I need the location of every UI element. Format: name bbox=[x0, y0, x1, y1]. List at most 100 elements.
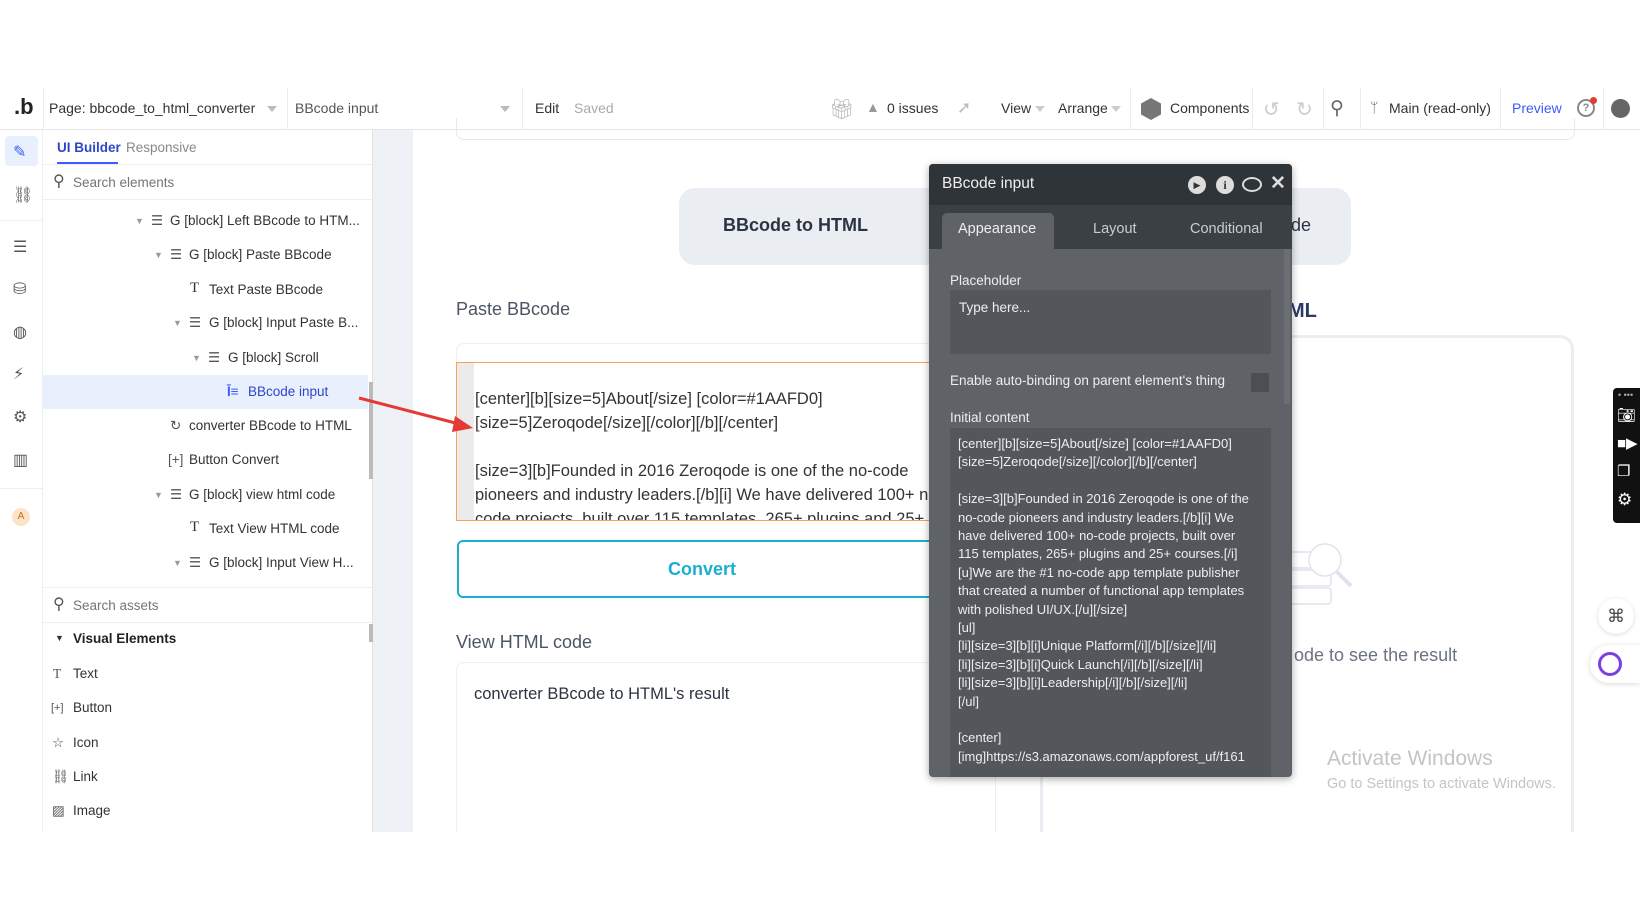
search-icon: ⚲ bbox=[53, 596, 65, 613]
info-icon[interactable]: i bbox=[1216, 176, 1234, 194]
initial-content-line: 115 templates, 265+ plugins and 25+ cour… bbox=[958, 546, 1238, 562]
panel-title: BBcode input bbox=[942, 175, 1035, 192]
windows-watermark-subtitle: Go to Settings to activate Windows. bbox=[1327, 776, 1556, 792]
assistant-bot-button[interactable] bbox=[1590, 645, 1640, 683]
bubble-logo[interactable]: .b bbox=[14, 94, 34, 120]
logs-chart-icon[interactable]: ▥ bbox=[13, 450, 28, 470]
initial-content-line: [size=5]Zeroqode[/size][/color][/b][/cen… bbox=[958, 454, 1197, 470]
tree-item[interactable]: [+] Button Convert bbox=[43, 443, 368, 477]
paste-bbcode-label: Paste BBcode bbox=[456, 299, 571, 319]
tab-layout[interactable]: Layout bbox=[1093, 221, 1137, 237]
tab-ui-builder[interactable]: UI Builder bbox=[57, 140, 121, 155]
tree-item-selected[interactable]: Ī≡ BBcode input bbox=[43, 375, 368, 409]
view-menu[interactable]: View bbox=[1001, 100, 1031, 116]
tab-responsive[interactable]: Responsive bbox=[126, 140, 197, 155]
group-icon[interactable]: ☰ bbox=[13, 237, 27, 257]
warning-icon: ▲ bbox=[866, 99, 880, 115]
tab-bbcode-to-html[interactable]: BBcode to HTML bbox=[723, 215, 868, 236]
search-icon: ⚲ bbox=[53, 173, 65, 190]
tree-item[interactable]: T Text View HTML code bbox=[43, 512, 368, 546]
collapse-triangle-icon[interactable]: ▼ bbox=[55, 633, 64, 643]
elements-panel: UI Builder Responsive ⚲ ▼☰G [block] Left… bbox=[43, 130, 374, 832]
components-button[interactable]: Components bbox=[1170, 100, 1249, 116]
account-avatar-icon[interactable] bbox=[1611, 99, 1630, 118]
bot-icon bbox=[1598, 652, 1622, 676]
initial-content-line: [center][b][size=5]About[/size] [color=#… bbox=[958, 436, 1232, 451]
convert-button[interactable]: Convert bbox=[457, 540, 947, 598]
initial-content-line: no-code pioneers and industry leaders.[/… bbox=[958, 509, 1234, 525]
asset-item[interactable]: ▨ Image bbox=[43, 794, 368, 828]
video-icon[interactable]: ■▶ bbox=[1617, 434, 1638, 452]
chevron-down-icon bbox=[1035, 106, 1045, 112]
tree-item[interactable]: ▼ ☰ G [block] Input View H... bbox=[43, 546, 368, 580]
placeholder-label: Placeholder bbox=[950, 273, 1022, 288]
avatar[interactable]: A bbox=[12, 508, 30, 526]
saved-status: Saved bbox=[574, 100, 614, 116]
asset-item[interactable]: T Text bbox=[43, 657, 368, 691]
header-card bbox=[456, 118, 1575, 140]
search-assets-input[interactable] bbox=[73, 593, 363, 617]
initial-content-line: [li][size=3][b][i]Unique Platform[/i][/b… bbox=[958, 638, 1217, 654]
initial-content-line: [img]https://s3.amazonaws.com/appforest_… bbox=[958, 748, 1245, 764]
windows-icon[interactable]: ❐ bbox=[1617, 462, 1630, 480]
tab-other[interactable]: de bbox=[1291, 215, 1311, 236]
edit-menu[interactable]: Edit bbox=[535, 100, 559, 116]
initial-content-line: [center] bbox=[958, 730, 1002, 746]
bbcode-input[interactable]: [center][b][size=5]About[/size] [color=#… bbox=[456, 362, 936, 521]
tree-item[interactable]: ↻ converter BBcode to HTML bbox=[43, 409, 368, 443]
issues-button[interactable]: 0 issues bbox=[887, 100, 938, 116]
red-arrow-annotation bbox=[358, 396, 473, 432]
html-result-text: converter BBcode to HTML's result bbox=[474, 685, 730, 703]
styles-palette-icon[interactable]: ◍ bbox=[13, 322, 27, 342]
search-icon[interactable]: ⚲ bbox=[1330, 97, 1344, 120]
close-icon[interactable]: ✕ bbox=[1270, 172, 1286, 195]
initial-content-line: [ul] bbox=[958, 620, 976, 635]
settings-icon[interactable]: ⚙ bbox=[13, 407, 27, 427]
tree-item[interactable]: ▼ ☰ G [block] view html code bbox=[43, 478, 368, 512]
tree-item[interactable]: ▼ ☰ G [block] Left BBcode to HTM... bbox=[43, 204, 368, 238]
tree-item[interactable]: ▼ ☰ G [block] Paste BBcode bbox=[43, 238, 368, 272]
plugins-icon[interactable]: ⚡︎ bbox=[13, 364, 24, 384]
autobind-label: Enable auto-binding on parent element's … bbox=[950, 373, 1226, 388]
command-icon[interactable]: ⌘ bbox=[1598, 598, 1634, 634]
camera-icon[interactable]: 📷︎ bbox=[1617, 406, 1636, 424]
tree-item[interactable]: ▼ ☰ G [block] Scroll bbox=[43, 341, 368, 375]
placeholder-field[interactable]: Type here... bbox=[950, 290, 1271, 354]
initial-content-line: with polished UI/UX.[/u][/size] bbox=[958, 601, 1128, 617]
tree-item[interactable]: ▼ ☰ G [block] Input Paste B... bbox=[43, 306, 368, 340]
panel-header[interactable]: BBcode input ▶ i ✕ bbox=[929, 164, 1292, 205]
workflow-icon[interactable]: ⛓︎ bbox=[13, 185, 33, 205]
search-elements-input[interactable] bbox=[73, 170, 363, 194]
cursor-icon[interactable]: ➚ bbox=[957, 98, 971, 118]
asset-item[interactable]: ⛓︎ Link bbox=[43, 760, 368, 794]
empty-hint-text: ode to see the result bbox=[1294, 645, 1458, 665]
branch-icon: ᛘ bbox=[1370, 99, 1379, 115]
initial-content-label: Initial content bbox=[950, 410, 1030, 425]
preview-button[interactable]: Preview bbox=[1512, 100, 1562, 116]
comment-icon[interactable] bbox=[1242, 177, 1262, 192]
arrange-menu[interactable]: Arrange bbox=[1058, 100, 1108, 116]
initial-content-line: that created a number of functional app … bbox=[958, 583, 1245, 599]
initial-content-line: [u]We are the #1 no-code app template pu… bbox=[958, 564, 1240, 580]
tab-appearance[interactable]: Appearance bbox=[958, 221, 1036, 237]
settings-icon[interactable]: ⚙ bbox=[1617, 490, 1632, 510]
initial-content-line: [size=3][b]Founded in 2016 Zeroqode is o… bbox=[958, 491, 1249, 507]
asset-item[interactable]: ☆ Icon bbox=[43, 726, 368, 760]
left-icon-bar: ✎ ⛓︎ ☰ ⛁ ◍ ⚡︎ ⚙ ▥ A bbox=[0, 130, 43, 832]
design-pencil-icon[interactable]: ✎ bbox=[13, 142, 26, 162]
asset-item[interactable]: [+] Button bbox=[43, 691, 368, 725]
tab-conditional[interactable]: Conditional bbox=[1190, 221, 1263, 237]
panel-tabs: Appearance Layout Conditional bbox=[929, 205, 1292, 249]
database-icon[interactable]: ⛁ bbox=[13, 279, 26, 299]
element-selector[interactable]: BBcode input bbox=[295, 100, 378, 116]
visual-elements-heading[interactable]: Visual Elements bbox=[73, 631, 176, 646]
page-selector[interactable]: Page: bbcode_to_html_converter bbox=[49, 100, 255, 116]
tree-item[interactable]: T Text Paste BBcode bbox=[43, 273, 368, 307]
panel-scrollbar[interactable] bbox=[1284, 249, 1290, 404]
play-icon[interactable]: ▶ bbox=[1188, 176, 1206, 194]
chevron-down-icon[interactable] bbox=[267, 106, 277, 112]
initial-content-line: [li][size=3][b][i]Leadership[/i][/b][/si… bbox=[958, 675, 1188, 691]
branch-selector[interactable]: Main (read-only) bbox=[1389, 100, 1491, 116]
chevron-down-icon[interactable] bbox=[500, 106, 510, 112]
autobind-checkbox[interactable] bbox=[1251, 373, 1269, 392]
